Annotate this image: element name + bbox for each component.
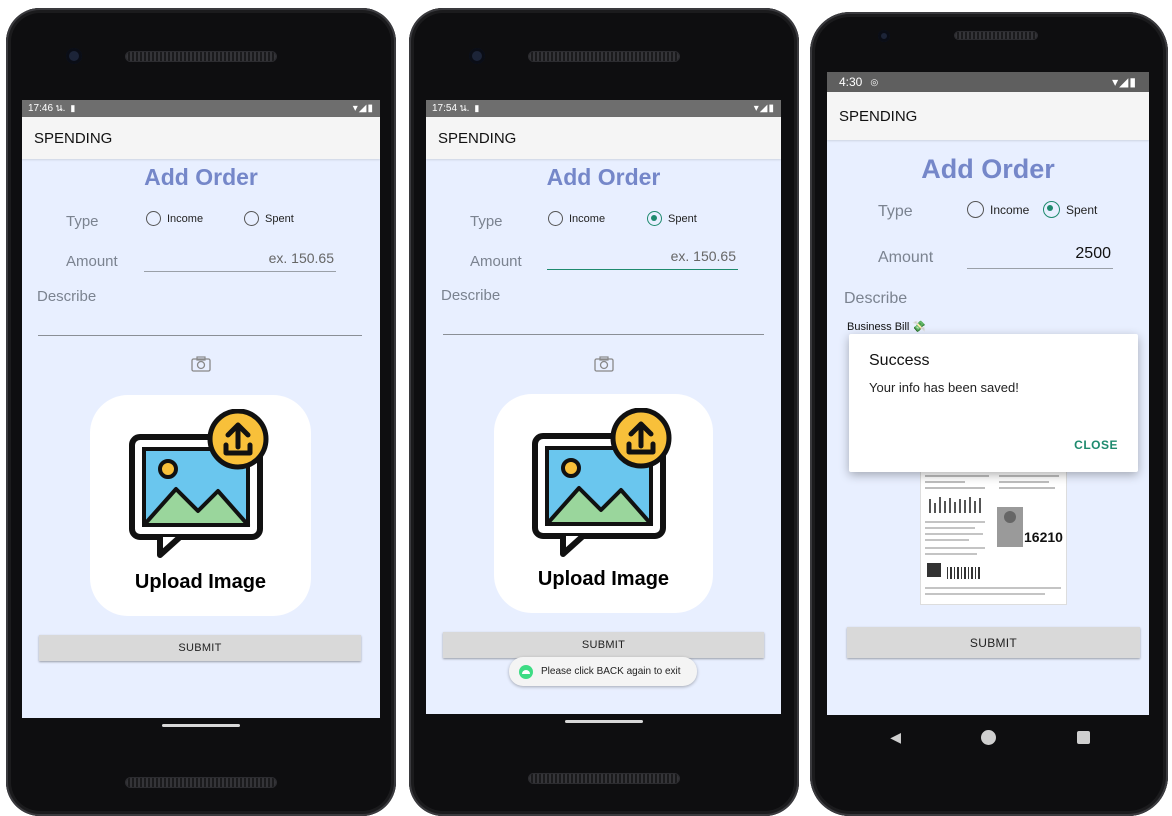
- front-camera: [66, 48, 82, 64]
- system-nav-bar: ◀: [850, 722, 1130, 752]
- describe-label: Describe: [37, 288, 97, 305]
- receipt-amount: 16210: [1024, 529, 1063, 545]
- screen-3: 4:30 ◎ ▾◢▮ SPENDING Add Order Type Incom…: [827, 72, 1149, 715]
- amount-input[interactable]: ex. 150.65: [547, 248, 738, 270]
- radio-income[interactable]: Income: [967, 201, 1029, 218]
- amount-input[interactable]: ex. 150.65: [144, 250, 336, 272]
- phone-1: 17:46 น. ▮ ▾◢▮ SPENDING Add Order Type I…: [6, 8, 396, 816]
- radio-spent-label: Spent: [668, 212, 697, 225]
- recents-nav-icon[interactable]: [1076, 730, 1090, 744]
- upload-image-icon: [129, 409, 269, 558]
- radio-income-dot: [967, 201, 984, 218]
- app-bar: SPENDING: [22, 117, 380, 159]
- home-gesture-bar[interactable]: [565, 720, 643, 723]
- radio-spent-dot: [647, 211, 662, 226]
- describe-input[interactable]: [443, 309, 764, 335]
- radio-income[interactable]: Income: [146, 211, 203, 226]
- wifi-signal-battery-icons: ▾◢▮: [1112, 75, 1137, 89]
- front-camera: [469, 48, 485, 64]
- status-time: 17:46 น.: [28, 103, 66, 114]
- upload-image-icon: [532, 408, 672, 557]
- amount-label: Amount: [878, 249, 934, 266]
- dialog-message: Your info has been saved!: [869, 380, 1019, 395]
- status-time: 17:54 น.: [432, 103, 470, 114]
- notification-icon: ◎: [870, 76, 879, 87]
- screen-1: 17:46 น. ▮ ▾◢▮ SPENDING Add Order Type I…: [22, 100, 380, 718]
- bottom-speaker: [529, 774, 679, 783]
- status-bar: 17:54 น. ▮ ▾◢▮: [426, 100, 781, 117]
- describe-input[interactable]: [38, 310, 362, 336]
- app-title: SPENDING: [839, 107, 918, 125]
- back-nav-icon[interactable]: ◀: [890, 729, 901, 746]
- app-title: SPENDING: [34, 129, 113, 147]
- radio-income[interactable]: Income: [548, 211, 605, 226]
- submit-button[interactable]: SUBMIT: [39, 635, 361, 661]
- phone-3: 4:30 ◎ ▾◢▮ SPENDING Add Order Type Incom…: [810, 12, 1168, 816]
- status-bar: 4:30 ◎ ▾◢▮: [827, 72, 1149, 92]
- type-label: Type: [470, 213, 503, 230]
- amount-label: Amount: [66, 253, 118, 270]
- wifi-signal-battery-icons: ▾◢▮: [753, 103, 775, 114]
- app-bar: SPENDING: [827, 92, 1149, 140]
- radio-income-label: Income: [167, 212, 204, 225]
- describe-label: Describe: [844, 290, 908, 307]
- exit-toast: Please click BACK again to exit: [509, 657, 697, 686]
- earpiece-speaker: [955, 32, 1037, 39]
- upload-image-button[interactable]: Upload Image: [90, 395, 311, 616]
- radio-spent-dot: [244, 211, 259, 226]
- radio-spent[interactable]: Spent: [1043, 201, 1097, 218]
- page-title: Add Order: [546, 164, 661, 190]
- earpiece-speaker: [126, 52, 276, 61]
- radio-spent-label: Spent: [265, 212, 294, 225]
- upload-image-label: Upload Image: [134, 571, 267, 593]
- earpiece-speaker: [529, 52, 679, 61]
- type-label: Type: [878, 203, 913, 220]
- toast-text: Please click BACK again to exit: [541, 666, 681, 677]
- describe-label: Describe: [441, 287, 501, 304]
- submit-button[interactable]: SUBMIT: [847, 627, 1140, 658]
- app-bar: SPENDING: [426, 117, 781, 159]
- home-gesture-bar[interactable]: [162, 724, 240, 727]
- radio-spent-dot: [1043, 201, 1060, 218]
- front-camera: [878, 30, 890, 42]
- app-title: SPENDING: [438, 129, 517, 147]
- notification-icon: ▮: [474, 103, 480, 113]
- radio-spent[interactable]: Spent: [244, 211, 294, 226]
- radio-spent-label: Spent: [1066, 202, 1098, 217]
- upload-image-label: Upload Image: [537, 568, 670, 590]
- radio-income-dot: [548, 211, 563, 226]
- page-title: Add Order: [144, 164, 258, 190]
- radio-income-dot: [146, 211, 161, 226]
- status-time: 4:30: [839, 75, 863, 89]
- radio-spent[interactable]: Spent: [647, 211, 697, 226]
- notification-icon: ▮: [70, 103, 76, 113]
- upload-image-button[interactable]: Upload Image: [494, 394, 713, 613]
- dialog-title: Success: [869, 352, 930, 369]
- radio-income-label: Income: [569, 212, 606, 225]
- type-label: Type: [66, 213, 99, 230]
- phone-2: 17:54 น. ▮ ▾◢▮ SPENDING Add Order Type I…: [409, 8, 799, 816]
- bottom-speaker: [126, 778, 276, 787]
- radio-income-label: Income: [990, 202, 1030, 217]
- status-bar: 17:46 น. ▮ ▾◢▮: [22, 100, 380, 117]
- home-nav-icon[interactable]: [981, 729, 997, 745]
- amount-label: Amount: [470, 253, 522, 270]
- dialog-close-button[interactable]: CLOSE: [1074, 438, 1118, 452]
- wifi-signal-battery-icons: ▾◢▮: [352, 103, 374, 114]
- android-icon: [519, 664, 533, 679]
- describe-input[interactable]: Business Bill 💸: [847, 320, 926, 333]
- camera-icon[interactable]: [191, 356, 211, 377]
- page-title: Add Order: [921, 154, 1055, 184]
- receipt-image: 16210: [920, 462, 1067, 605]
- screen-2: 17:54 น. ▮ ▾◢▮ SPENDING Add Order Type I…: [426, 100, 781, 714]
- camera-icon[interactable]: [594, 356, 614, 377]
- amount-input[interactable]: 2500: [967, 245, 1113, 269]
- submit-button[interactable]: SUBMIT: [443, 632, 764, 658]
- success-dialog: Success Your info has been saved! CLOSE: [849, 334, 1138, 472]
